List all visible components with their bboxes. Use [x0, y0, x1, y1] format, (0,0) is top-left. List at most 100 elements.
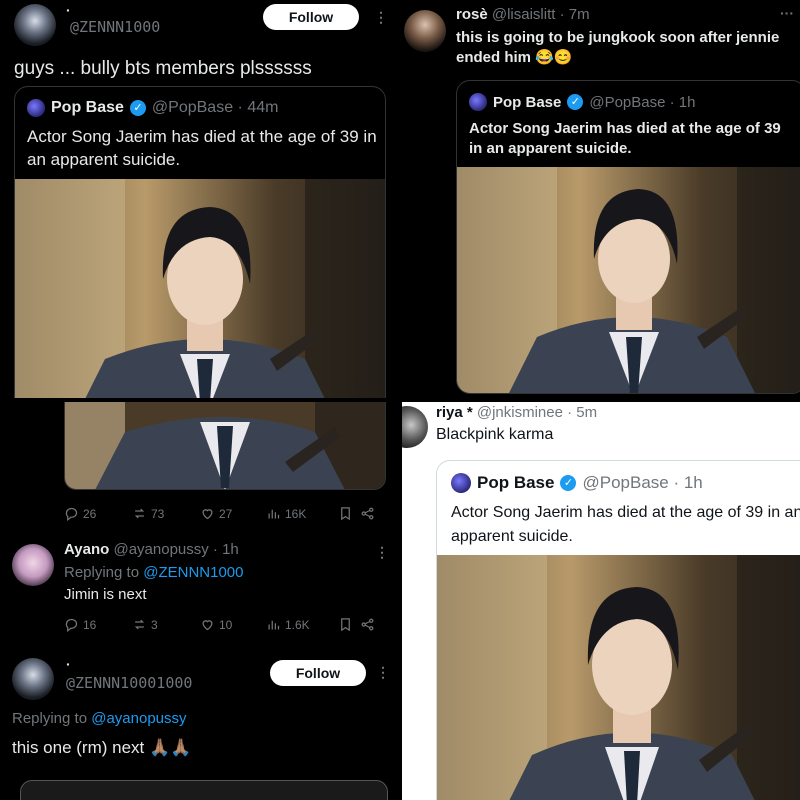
popbase-logo-icon	[469, 93, 487, 111]
display-name-dot: ·	[66, 2, 71, 18]
replying-prefix: Replying to	[12, 710, 88, 727]
handle-time[interactable]: @lisaislitt · 7m	[492, 6, 590, 23]
quoted-photo[interactable]	[15, 179, 385, 398]
analytics-icon	[268, 620, 280, 630]
repost-button[interactable]: 73	[132, 506, 200, 521]
more-options-icon[interactable]: ⋮	[375, 545, 389, 559]
actor-photo-image	[437, 555, 800, 800]
bookmark-icon	[341, 507, 350, 521]
handle-time[interactable]: @ayanopussy · 1h	[113, 541, 238, 558]
like-count: 10	[219, 617, 233, 632]
bookmark-icon	[341, 618, 350, 632]
view-count: 16K	[285, 506, 307, 521]
replying-to: Replying to @ayanopussy	[12, 710, 187, 727]
heart-icon	[202, 509, 213, 520]
quote-author-name: Pop Base	[51, 99, 124, 116]
bookmark-button[interactable]	[338, 617, 360, 632]
tweet-text: guys ... bully bts members plssssss	[14, 58, 312, 79]
tweet-panel-lisaislitt: rosè @lisaislitt · 7m ··· this is going …	[402, 0, 800, 398]
reply-text: Jimin is next	[64, 586, 147, 603]
display-name-dot: ·	[66, 656, 71, 672]
views-button[interactable]: 16K	[266, 506, 338, 521]
reply-count: 26	[83, 506, 97, 521]
views-button[interactable]: 1.6K	[266, 617, 338, 632]
like-button[interactable]: 27	[200, 506, 266, 521]
repost-icon	[134, 508, 145, 519]
reply-icon	[65, 507, 78, 521]
tweet-actions: 26 73 27 16K	[64, 506, 386, 521]
avatar[interactable]	[12, 544, 54, 586]
more-options-icon[interactable]: ⋮	[376, 665, 390, 679]
reply-button[interactable]: 26	[64, 506, 132, 521]
replying-prefix: Replying to	[64, 564, 140, 581]
quote-author-name: Pop Base	[493, 93, 562, 111]
share-icon	[361, 618, 374, 631]
repost-count: 3	[151, 617, 158, 632]
view-count: 1.6K	[285, 617, 310, 632]
user-handle[interactable]: @ZENNN10001000	[66, 674, 192, 692]
popbase-logo-icon	[27, 99, 45, 117]
handle-time[interactable]: @jnkisminee · 5m	[477, 404, 597, 421]
quoted-photo[interactable]	[457, 167, 800, 393]
reply-actions: 16 3 10 1.6K	[64, 617, 386, 632]
like-button[interactable]: 10	[200, 617, 266, 632]
replying-to-link[interactable]: @ayanopussy	[91, 710, 186, 727]
popbase-logo-icon	[451, 473, 471, 493]
embedded-media-preview[interactable]	[20, 780, 388, 800]
replying-to: Replying to @ZENNN1000	[64, 564, 243, 581]
quote-handle-time: @PopBase · 44m	[151, 99, 279, 116]
reply-icon	[65, 618, 78, 632]
replying-to-link[interactable]: @ZENNN1000	[143, 564, 243, 581]
avatar[interactable]	[14, 4, 56, 46]
avatar[interactable]	[404, 10, 446, 52]
follow-button[interactable]: Follow	[263, 4, 359, 30]
quoted-tweet[interactable]: Pop Base ✓ @PopBase · 1h Actor Song Jaer…	[436, 460, 800, 800]
display-name[interactable]: riya *	[436, 404, 473, 421]
user-handle[interactable]: @ZENNN1000	[70, 18, 160, 36]
analytics-icon	[268, 509, 280, 519]
quote-handle-time: @PopBase · 1h	[589, 93, 696, 111]
tweet-text: Blackpink karma	[436, 426, 554, 443]
share-icon	[361, 507, 374, 520]
reply-count: 16	[83, 617, 97, 632]
display-name[interactable]: rosè	[456, 6, 488, 23]
tweet-header: riya * @jnkisminee · 5m	[436, 404, 597, 421]
quoted-photo-continued[interactable]	[64, 402, 386, 490]
heart-icon	[202, 620, 213, 631]
verified-badge-icon: ✓	[567, 94, 584, 110]
share-button[interactable]	[360, 617, 375, 632]
repost-icon	[134, 619, 145, 630]
quote-author-name: Pop Base	[477, 473, 555, 492]
display-name[interactable]: Ayano	[64, 541, 109, 558]
verified-badge-icon: ✓	[560, 475, 577, 491]
tweet-panel-replies: 26 73 27 16K Ayano @ayanopussy · 1h ⋮ Re…	[0, 402, 398, 800]
more-options-icon[interactable]: ⋮	[374, 10, 388, 24]
quote-header: Pop Base ✓ @PopBase · 1h	[469, 93, 695, 111]
quote-text: Actor Song Jaerim has died at the age of…	[451, 504, 800, 545]
actor-photo-image	[15, 179, 385, 398]
repost-button[interactable]: 3	[132, 617, 200, 632]
more-options-icon[interactable]: ···	[780, 6, 794, 20]
repost-count: 73	[151, 506, 165, 521]
quoted-tweet[interactable]: Pop Base ✓ @PopBase · 44m Actor Song Jae…	[14, 86, 386, 398]
quoted-photo[interactable]	[437, 555, 800, 800]
tweet-panel-jnkisminee: riya * @jnkisminee · 5m Blackpink karma …	[402, 402, 800, 800]
avatar[interactable]	[402, 406, 428, 448]
actor-photo-image	[457, 167, 800, 393]
tweet-text: this is going to be jungkook soon after …	[456, 29, 780, 66]
follow-button[interactable]: Follow	[270, 660, 366, 686]
quote-text: Actor Song Jaerim has died at the age of…	[27, 127, 377, 169]
reply-text: this one (rm) next 🙏🏽🙏🏽	[12, 738, 192, 757]
tweet-panel-zennn1000: · @ZENNN1000 Follow ⋮ guys ... bully bts…	[0, 0, 398, 398]
reply-header: Ayano @ayanopussy · 1h	[64, 541, 239, 558]
actor-photo-image	[65, 402, 385, 489]
like-count: 27	[219, 506, 233, 521]
tweet-header: rosè @lisaislitt · 7m	[456, 6, 590, 23]
avatar[interactable]	[12, 658, 54, 700]
reply-button[interactable]: 16	[64, 617, 132, 632]
bookmark-button[interactable]	[338, 506, 360, 521]
quote-header: Pop Base ✓ @PopBase · 44m	[27, 99, 278, 117]
share-button[interactable]	[360, 506, 375, 521]
quoted-tweet[interactable]: Pop Base ✓ @PopBase · 1h Actor Song Jaer…	[456, 80, 800, 394]
verified-badge-icon: ✓	[129, 100, 146, 116]
